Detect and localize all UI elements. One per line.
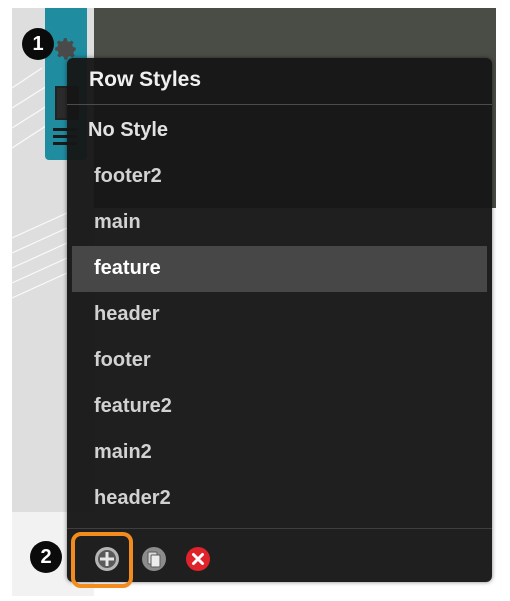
title-divider (67, 104, 492, 105)
callout-marker-1: 1 (22, 28, 54, 60)
styles-toolbar (91, 540, 231, 576)
style-item-footer2[interactable]: footer2 (72, 154, 487, 200)
style-list: No Style footer2 main feature header foo… (67, 108, 492, 522)
style-item-feature[interactable]: feature (72, 246, 487, 292)
duplicate-icon[interactable] (141, 546, 167, 572)
style-item-header2[interactable]: header2 (72, 476, 487, 522)
style-item-main[interactable]: main (72, 200, 487, 246)
style-item-main2[interactable]: main2 (72, 430, 487, 476)
panel-title: Row Styles (89, 68, 202, 91)
row-styles-panel: Row Styles No Style footer2 main feature… (67, 58, 492, 588)
plus-circle-icon[interactable] (94, 546, 120, 572)
delete-x-icon[interactable] (185, 546, 211, 572)
style-item-header[interactable]: header (72, 292, 487, 338)
style-item-feature2[interactable]: feature2 (72, 384, 487, 430)
footer-divider (67, 528, 492, 529)
callout-marker-2: 2 (30, 541, 62, 573)
style-item-footer[interactable]: footer (72, 338, 487, 384)
style-item-no-style[interactable]: No Style (72, 108, 487, 154)
